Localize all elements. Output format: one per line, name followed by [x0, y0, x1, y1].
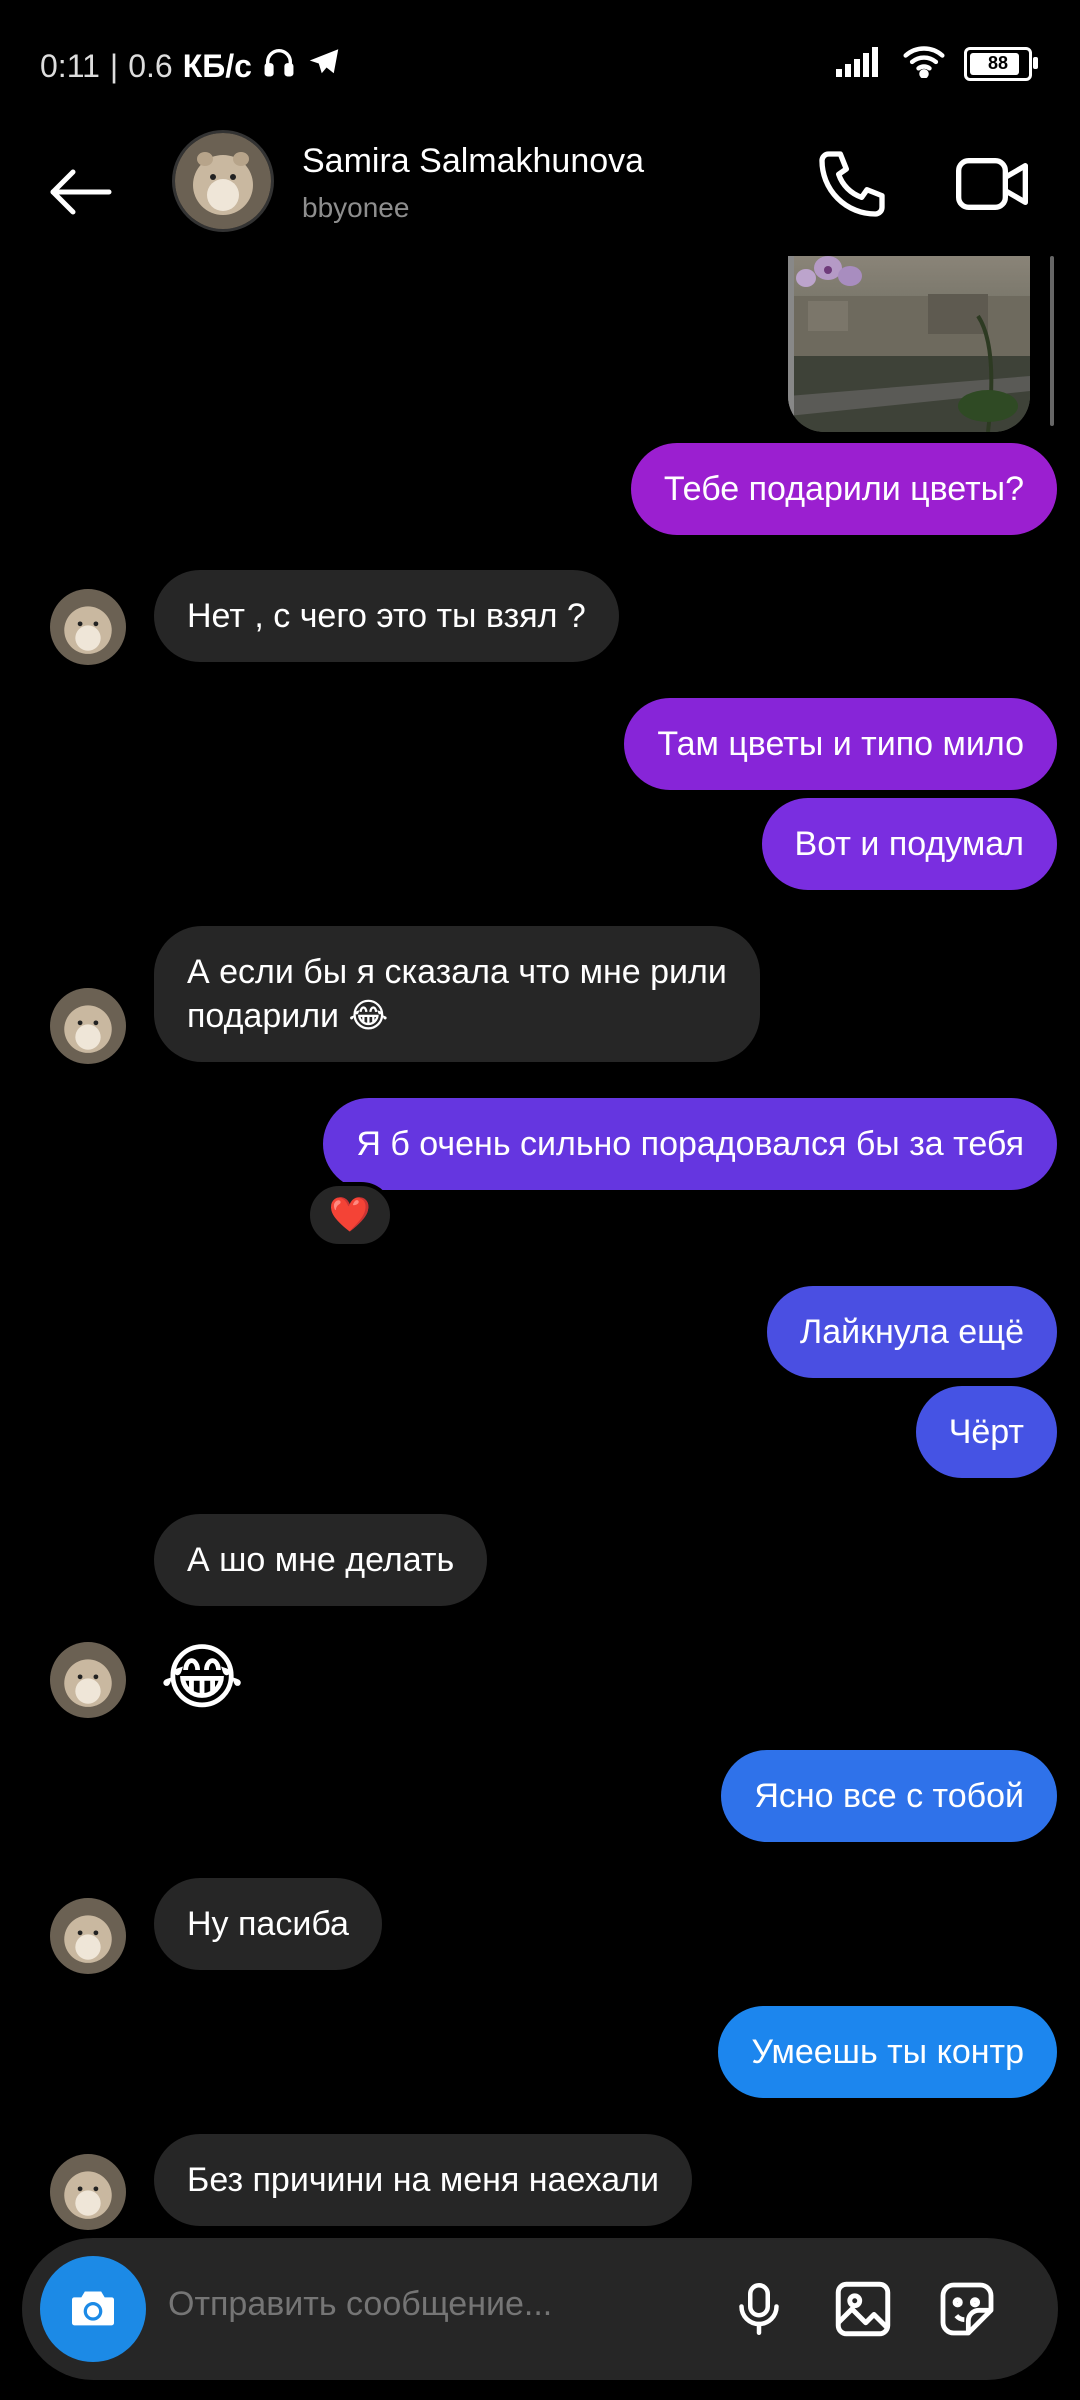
message-bubble-outgoing[interactable]: Ясно все с тобой	[721, 1750, 1057, 1842]
message-line: А если бы я сказала что мне рили	[187, 953, 727, 991]
message-input[interactable]	[166, 2284, 690, 2325]
message-bubble-outgoing[interactable]: Чёрт	[915, 1386, 1057, 1478]
contact-avatar[interactable]	[172, 130, 274, 232]
gallery-button[interactable]	[826, 2272, 900, 2346]
signal-icon	[836, 45, 884, 82]
message-bubble-incoming[interactable]: Без причини на меня наехали	[154, 2134, 692, 2226]
sender-avatar	[50, 589, 126, 665]
sender-avatar	[50, 1642, 126, 1718]
message-bubble-outgoing[interactable]: Я б очень сильно порадовался бы за тебя	[323, 1098, 1057, 1190]
chat-header: Samira Salmakhunova bbyonee	[0, 130, 1080, 260]
microphone-button[interactable]	[722, 2272, 796, 2346]
message-line: подарили 😂	[187, 997, 389, 1035]
camera-icon	[72, 2291, 114, 2326]
gallery-icon	[835, 2281, 891, 2337]
message-bubble-incoming[interactable]: Ну пасиба	[154, 1878, 382, 1970]
status-left: 0:11 | 0.6 КБ/с	[40, 44, 342, 88]
video-call-button[interactable]	[952, 144, 1032, 224]
audio-call-button[interactable]	[812, 144, 892, 224]
sender-avatar	[50, 988, 126, 1064]
wifi-icon	[902, 44, 946, 83]
message-bubble-incoming[interactable]: Нет , с чего это ты взял ?	[154, 570, 619, 662]
message-composer	[22, 2238, 1058, 2380]
message-bubble-outgoing[interactable]: Там цветы и типо мило	[624, 698, 1057, 790]
video-camera-icon	[956, 158, 1028, 210]
message-bubble-incoming[interactable]: А если бы я сказала что мне рили подарил…	[154, 926, 760, 1062]
network-speed-unit: КБ/с	[182, 47, 252, 84]
microphone-icon	[739, 2283, 779, 2335]
status-time: 0:11	[40, 47, 100, 84]
contact-username[interactable]: bbyonee	[302, 192, 409, 224]
headphones-icon	[262, 45, 296, 87]
status-right: 88	[836, 44, 1038, 83]
message-bubble-outgoing[interactable]: Умеешь ты контр	[718, 2006, 1057, 2098]
sender-avatar	[50, 1898, 126, 1974]
battery-icon: 88	[964, 46, 1038, 81]
reaction-badge[interactable]: ❤️	[306, 1182, 394, 1248]
battery-level: 88	[987, 53, 1009, 73]
telegram-icon	[306, 44, 342, 88]
emoji-message[interactable]: 😂	[160, 1638, 244, 1718]
message-bubble-outgoing[interactable]: Лайкнула ещё	[766, 1286, 1057, 1378]
message-bubble-outgoing[interactable]: Тебе подарили цветы?	[630, 443, 1057, 535]
scrollbar[interactable]	[1050, 256, 1054, 426]
sticker-icon	[940, 2282, 994, 2336]
status-separator: |	[109, 47, 119, 84]
phone-icon	[819, 151, 885, 217]
sender-avatar	[50, 2154, 126, 2230]
shared-photo[interactable]	[788, 256, 1030, 432]
heart-icon: ❤️	[328, 1196, 372, 1234]
camera-button[interactable]	[40, 2256, 146, 2362]
status-bar: 0:11 | 0.6 КБ/с 88	[0, 0, 1080, 130]
back-arrow-icon	[50, 169, 112, 215]
message-bubble-outgoing[interactable]: Вот и подумал	[761, 798, 1057, 890]
message-list[interactable]: Тебе подарили цветы? Нет , с чего это ты…	[0, 256, 1080, 2236]
contact-name[interactable]: Samira Salmakhunova	[302, 142, 644, 181]
message-bubble-incoming[interactable]: А шо мне делать	[154, 1514, 488, 1606]
network-speed: 0.6	[128, 47, 173, 84]
sticker-button[interactable]	[930, 2272, 1004, 2346]
back-button[interactable]	[40, 152, 120, 232]
